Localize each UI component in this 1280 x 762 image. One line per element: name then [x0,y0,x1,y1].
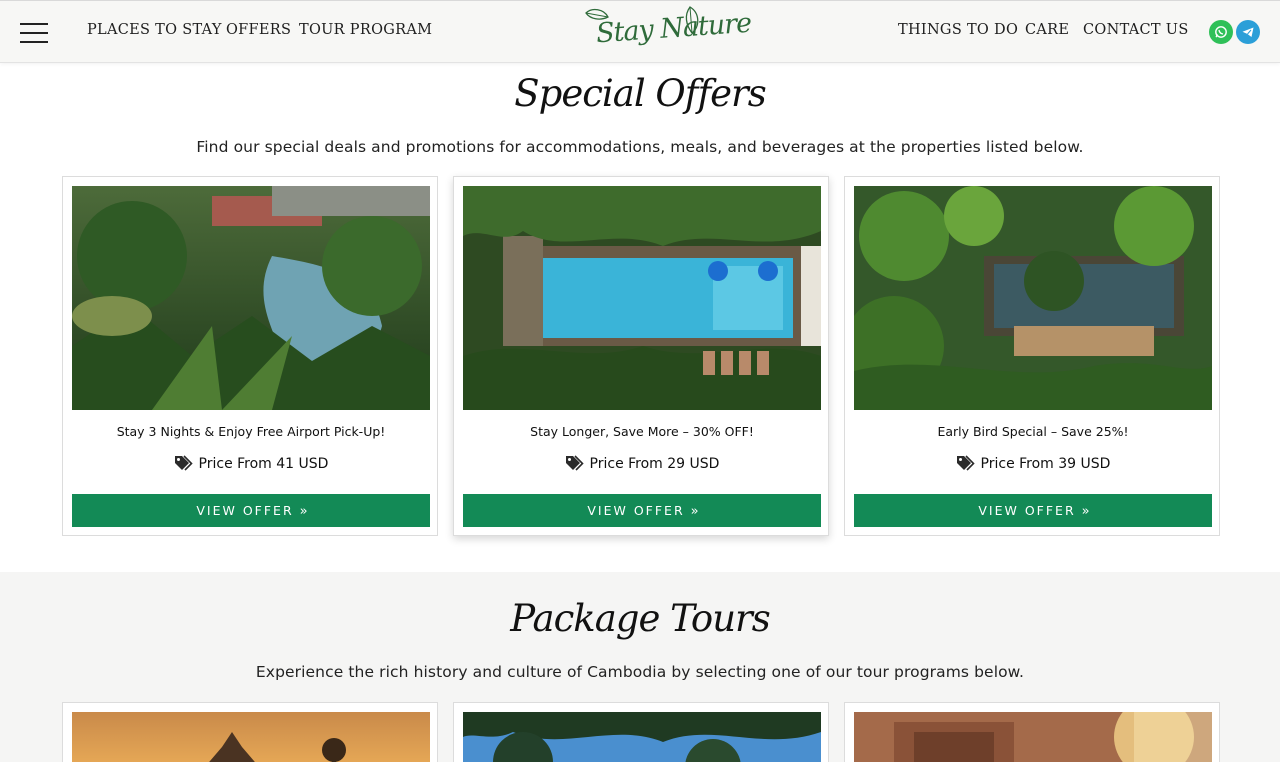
offer-card: Early Bird Special – Save 25%! Price Fro… [844,176,1220,536]
view-offer-label: VIEW OFFER [196,503,294,518]
offer-price: Price From 39 USD [845,455,1221,472]
offer-image[interactable] [854,186,1212,410]
nav-care[interactable]: CARE [1025,22,1069,38]
offer-image[interactable] [72,186,430,410]
nav-offers[interactable]: OFFERS [226,22,291,38]
tags-icon [956,455,975,471]
view-offer-label: VIEW OFFER [978,503,1076,518]
tours-title: Package Tours [510,597,770,640]
offer-price: Price From 41 USD [63,455,439,472]
site-header: PLACES TO STAY OFFERS TOUR PROGRAM Stay … [0,0,1280,63]
double-chevron-right-icon: » [1081,504,1090,519]
whatsapp-icon[interactable] [1209,20,1233,44]
offer-card: Stay 3 Nights & Enjoy Free Airport Pick-… [62,176,438,536]
offer-price-text: Price From 29 USD [589,456,720,472]
menu-icon[interactable] [20,21,48,43]
tags-icon [565,455,584,471]
offer-title: Stay 3 Nights & Enjoy Free Airport Pick-… [116,424,386,439]
nav-things-to-do[interactable]: THINGS TO DO [898,22,1018,38]
tour-image[interactable] [72,712,430,762]
tour-card [62,702,438,762]
telegram-icon[interactable] [1236,20,1260,44]
view-offer-button[interactable]: VIEW OFFER » [72,494,430,527]
site-logo[interactable]: Stay Nature [578,3,752,61]
offer-price-text: Price From 41 USD [198,456,329,472]
tour-image[interactable] [854,712,1212,762]
view-offer-button[interactable]: VIEW OFFER » [463,494,821,527]
nav-contact-us[interactable]: CONTACT US [1083,22,1189,38]
offer-title: Stay Longer, Save More – 30% OFF! [530,424,754,439]
offers-title: Special Offers [514,72,766,115]
nav-tour-program[interactable]: TOUR PROGRAM [299,22,432,38]
offer-image[interactable] [463,186,821,410]
tour-card [453,702,829,762]
offers-subtitle: Find our special deals and promotions fo… [196,138,1084,156]
view-offer-button[interactable]: VIEW OFFER » [854,494,1212,527]
tours-subtitle: Experience the rich history and culture … [255,663,1025,681]
offer-card: Stay Longer, Save More – 30% OFF! Price … [453,176,829,536]
double-chevron-right-icon: » [299,504,308,519]
offer-price: Price From 29 USD [454,455,830,472]
tags-icon [174,455,193,471]
tour-image[interactable] [463,712,821,762]
double-chevron-right-icon: » [690,504,699,519]
nav-places-to-stay[interactable]: PLACES TO STAY [87,22,222,38]
offer-title: Early Bird Special – Save 25%! [937,424,1129,439]
tour-card [844,702,1220,762]
view-offer-label: VIEW OFFER [587,503,685,518]
offer-price-text: Price From 39 USD [980,456,1111,472]
